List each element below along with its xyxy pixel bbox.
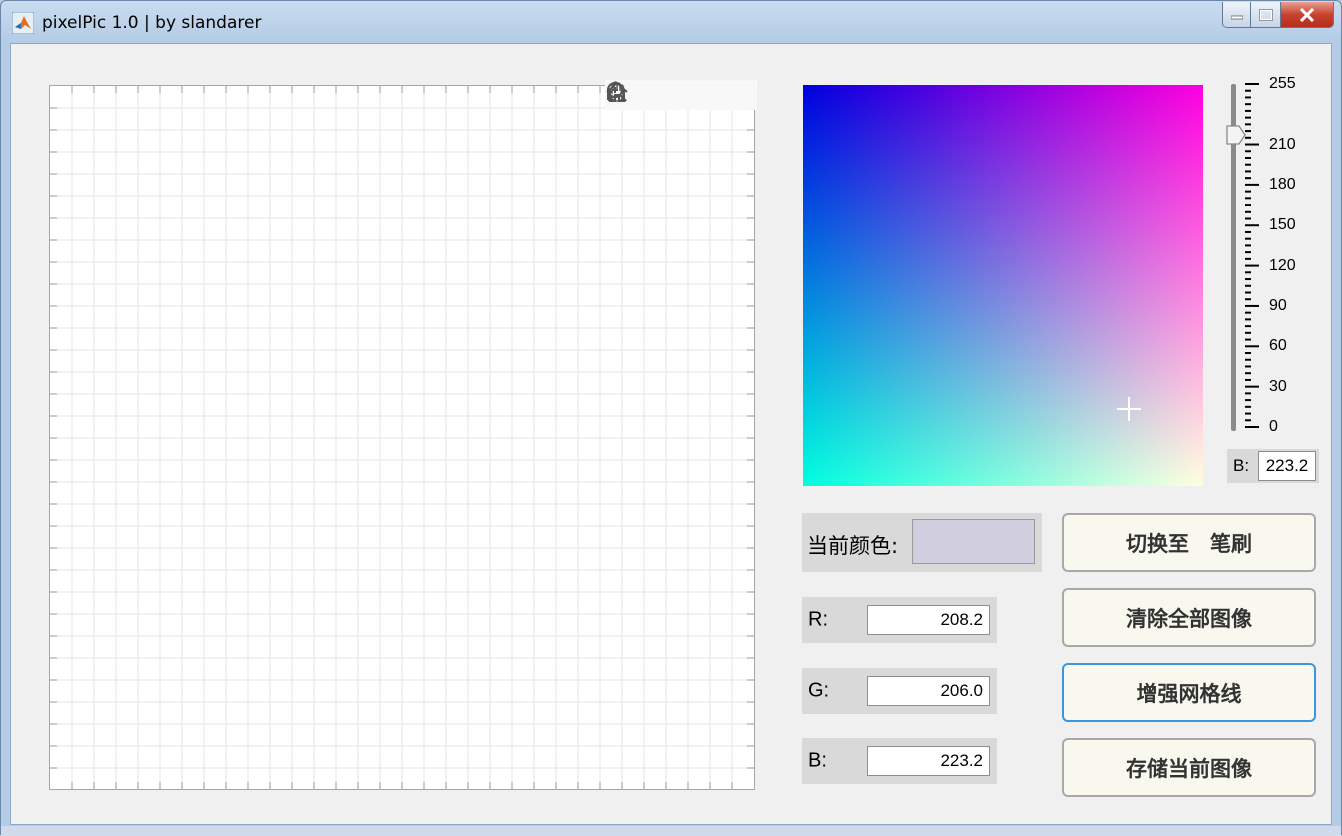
color-picker-plane[interactable]: [803, 85, 1203, 486]
zoom-out-icon[interactable]: [607, 82, 725, 108]
pixel-grid: [50, 86, 754, 789]
b-value-field[interactable]: 223.2: [867, 746, 990, 776]
g-label: G:: [808, 679, 830, 702]
home-icon[interactable]: [606, 81, 755, 108]
b-slider-value-field[interactable]: 223.2: [1258, 451, 1316, 481]
slider-tick-label: 180: [1269, 175, 1296, 193]
zoom-in-icon[interactable]: [607, 82, 695, 108]
b-slider-value-label: B:: [1233, 456, 1250, 475]
minimize-button[interactable]: [1222, 2, 1251, 28]
minimize-icon: [1230, 15, 1243, 19]
slider-tick-label: 0: [1269, 418, 1278, 435]
matlab-logo-icon: [12, 12, 34, 34]
enhance-grid-button[interactable]: 增强网格线: [1062, 663, 1316, 722]
client-area: 255 210 180 150 120 90 60 30 0 B: 223.2 当前颜色: R:…: [10, 43, 1332, 825]
pan-hand-icon[interactable]: [607, 81, 665, 108]
b-panel: B: 223.2: [802, 738, 997, 784]
g-value-field[interactable]: 206.0: [867, 676, 990, 706]
close-button[interactable]: [1281, 2, 1334, 28]
slider-tick-label: 210: [1269, 135, 1296, 153]
slider-tick-label: 60: [1269, 337, 1287, 355]
axes-toolbar: [605, 80, 757, 110]
r-label: R:: [808, 608, 828, 631]
blue-slider-thumb[interactable]: [1226, 125, 1246, 145]
slider-tick-marks: [1245, 83, 1259, 428]
current-color-label: 当前颜色:: [807, 534, 899, 558]
slider-tick-label: 90: [1269, 296, 1287, 314]
g-panel: G: 206.0: [802, 668, 997, 714]
switch-to-brush-button[interactable]: 切换至 笔刷: [1062, 513, 1316, 572]
r-value-field[interactable]: 208.2: [867, 605, 990, 635]
window-title: pixelPic 1.0 | by slandarer: [42, 13, 262, 33]
r-panel: R: 208.2: [802, 597, 997, 643]
current-color-swatch: [912, 519, 1035, 564]
b-slider-value-panel: B: 223.2: [1227, 449, 1319, 483]
pixel-canvas-axes[interactable]: [49, 80, 757, 790]
app-window: pixelPic 1.0 | by slandarer 255 210 180 …: [0, 0, 1342, 836]
slider-tick-label: 30: [1269, 377, 1287, 395]
maximize-icon: [1258, 8, 1273, 21]
save-image-button[interactable]: 存储当前图像: [1062, 738, 1316, 797]
slider-tick-label: 120: [1269, 256, 1296, 274]
picker-canvas: [803, 85, 1203, 486]
close-icon: [1299, 7, 1315, 22]
b-label: B:: [808, 749, 827, 772]
slider-tick-label: 150: [1269, 216, 1296, 234]
clear-all-button[interactable]: 清除全部图像: [1062, 588, 1316, 647]
title-bar[interactable]: pixelPic 1.0 | by slandarer: [1, 1, 1341, 43]
slider-tick-label: 255: [1269, 75, 1296, 92]
maximize-button[interactable]: [1251, 2, 1281, 28]
crosshair-icon: [1117, 397, 1141, 421]
